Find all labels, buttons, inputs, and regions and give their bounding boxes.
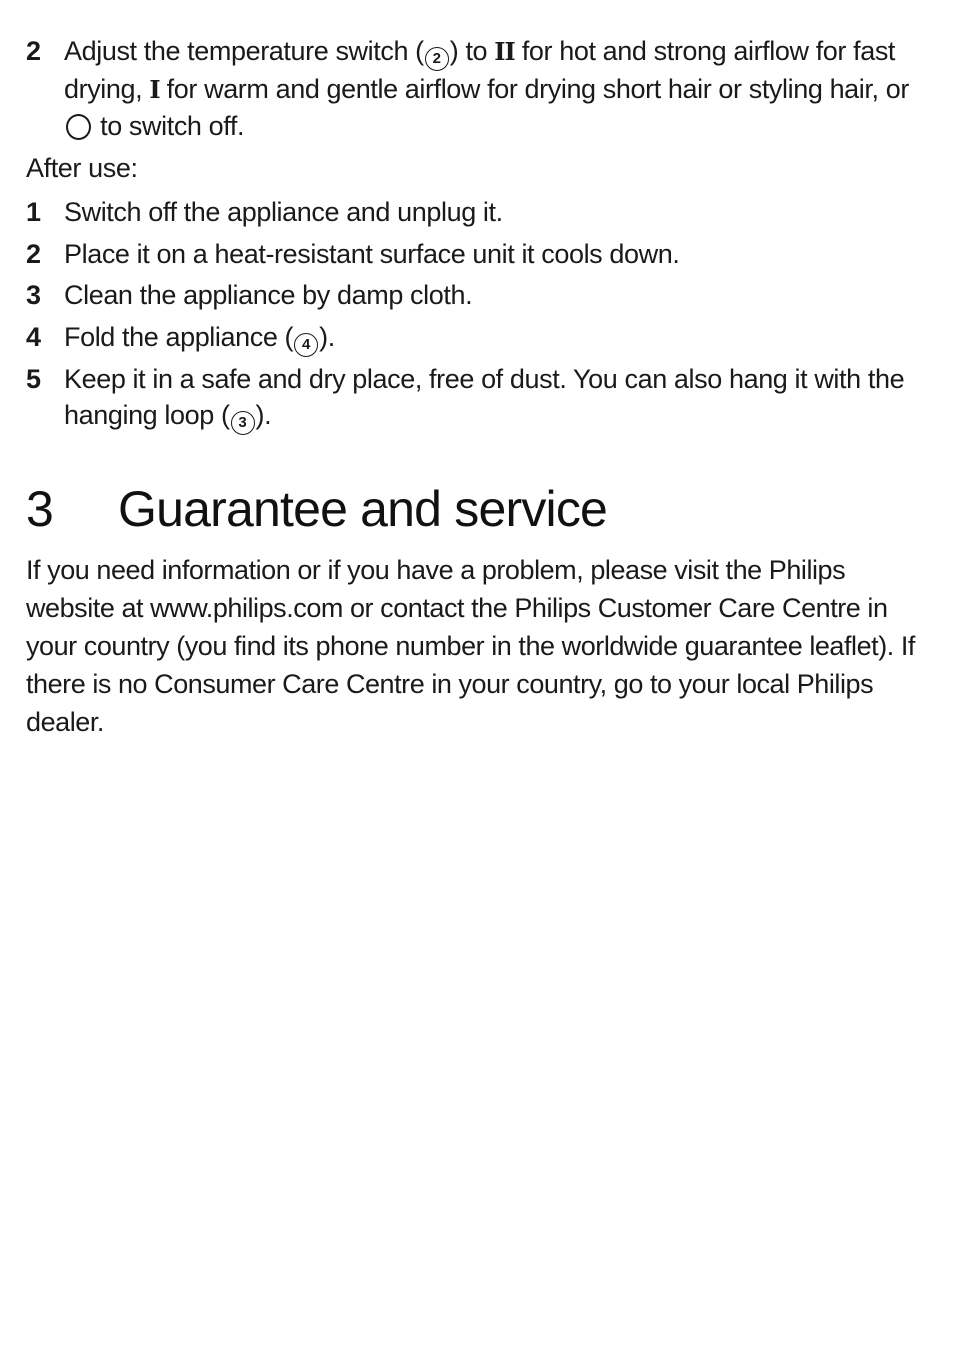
step-adjust-temperature: 2 Adjust the temperature switch (2) to I… bbox=[26, 33, 926, 144]
after-use-heading: After use: bbox=[26, 153, 138, 183]
setting-two-icon: II bbox=[494, 37, 515, 66]
step-number: 3 bbox=[26, 280, 41, 310]
step-number: 2 bbox=[26, 239, 41, 269]
step-number: 2 bbox=[26, 36, 41, 66]
after-use-step-3: 3 Clean the appliance by damp cloth. bbox=[26, 277, 926, 313]
text-segment: ). bbox=[319, 322, 335, 352]
guarantee-paragraph: If you need information or if you have a… bbox=[26, 555, 915, 737]
after-use-step-2: 2 Place it on a heat-resistant surface u… bbox=[26, 236, 926, 272]
text-segment: Fold the appliance ( bbox=[64, 322, 294, 352]
step-text: Keep it in a safe and dry place, free of… bbox=[64, 361, 926, 435]
text-segment: to switch off. bbox=[93, 111, 245, 141]
step-text: Fold the appliance (4). bbox=[64, 319, 926, 357]
step-text: Adjust the temperature switch (2) to II … bbox=[64, 33, 926, 144]
step-text: Place it on a heat-resistant surface uni… bbox=[64, 239, 680, 269]
circled-3-callout-icon: 3 bbox=[230, 411, 255, 435]
step-text: Clean the appliance by damp cloth. bbox=[64, 280, 473, 310]
text-segment: Adjust the temperature switch ( bbox=[64, 36, 424, 66]
circled-4-callout-icon: 4 bbox=[294, 333, 319, 357]
after-use-step-5: 5 Keep it in a safe and dry place, free … bbox=[26, 361, 926, 435]
step-text: Switch off the appliance and unplug it. bbox=[64, 197, 503, 227]
step-number: 4 bbox=[26, 322, 41, 352]
off-circle-icon bbox=[66, 114, 91, 140]
circled-2-callout-icon: 2 bbox=[424, 47, 449, 71]
section-heading: 3 Guarantee and service bbox=[26, 478, 608, 540]
step-number: 1 bbox=[26, 197, 41, 227]
text-segment: for warm and gentle airflow for drying s… bbox=[159, 74, 910, 104]
text-segment: Keep it in a safe and dry place, free of… bbox=[64, 364, 905, 430]
after-use-step-1: 1 Switch off the appliance and unplug it… bbox=[26, 194, 926, 230]
text-segment: ). bbox=[255, 400, 272, 430]
section-number: 3 bbox=[26, 481, 54, 537]
section-title: Guarantee and service bbox=[118, 481, 608, 537]
step-number: 5 bbox=[26, 364, 41, 394]
text-segment: ) to bbox=[449, 36, 495, 66]
setting-one-icon: I bbox=[149, 75, 160, 104]
after-use-step-4: 4 Fold the appliance (4). bbox=[26, 319, 926, 357]
